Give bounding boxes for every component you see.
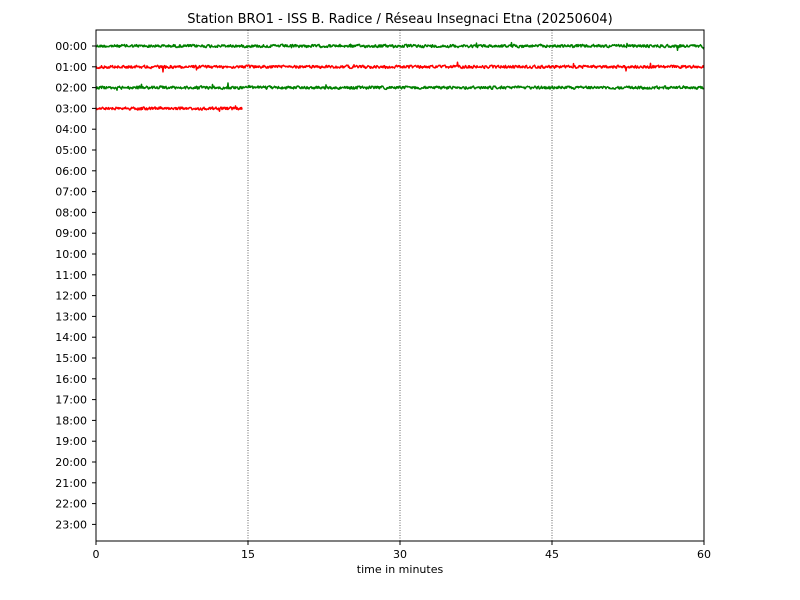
y-tick-label: 15:00 xyxy=(55,352,87,365)
x-tick-label: 0 xyxy=(93,548,100,561)
y-tick-label: 10:00 xyxy=(55,248,87,261)
y-tick-label: 16:00 xyxy=(55,373,87,386)
y-tick-label: 02:00 xyxy=(55,82,87,95)
x-tick-label: 60 xyxy=(697,548,711,561)
x-tick-label: 45 xyxy=(545,548,559,561)
y-tick-label: 09:00 xyxy=(55,227,87,240)
trace-0200 xyxy=(95,82,705,91)
y-tick-label: 08:00 xyxy=(55,206,87,219)
y-tick-label: 03:00 xyxy=(55,102,87,115)
y-tick-label: 21:00 xyxy=(55,477,87,490)
y-tick-label: 14:00 xyxy=(55,331,87,344)
y-tick-label: 01:00 xyxy=(55,61,87,74)
y-tick-label: 12:00 xyxy=(55,290,87,303)
trace-0300 xyxy=(95,105,243,112)
trace-0000 xyxy=(95,41,705,52)
y-tick-label: 04:00 xyxy=(55,123,87,136)
y-tick-label: 05:00 xyxy=(55,144,87,157)
y-tick-label: 23:00 xyxy=(55,518,87,531)
x-axis-ticks: 0 15 30 45 60 xyxy=(93,541,711,561)
x-axis-label: time in minutes xyxy=(357,563,444,576)
y-tick-label: 07:00 xyxy=(55,186,87,199)
chart-title: Station BRO1 - ISS B. Radice / Réseau In… xyxy=(187,12,613,27)
y-tick-label: 20:00 xyxy=(55,456,87,469)
y-tick-label: 22:00 xyxy=(55,498,87,511)
y-tick-label: 17:00 xyxy=(55,394,87,407)
y-tick-label: 19:00 xyxy=(55,435,87,448)
x-tick-label: 15 xyxy=(241,548,255,561)
y-tick-label: 13:00 xyxy=(55,310,87,323)
y-tick-label: 00:00 xyxy=(55,40,87,53)
helicorder-chart: Station BRO1 - ISS B. Radice / Réseau In… xyxy=(55,12,711,576)
y-axis-ticks: 00:00 01:00 02:00 03:00 04:00 05:00 06:00 07:00… xyxy=(55,40,96,531)
y-tick-label: 06:00 xyxy=(55,165,87,178)
x-tick-label: 30 xyxy=(393,548,407,561)
y-tick-label: 11:00 xyxy=(55,269,87,282)
y-tick-label: 18:00 xyxy=(55,414,87,427)
grid-lines xyxy=(247,30,553,541)
